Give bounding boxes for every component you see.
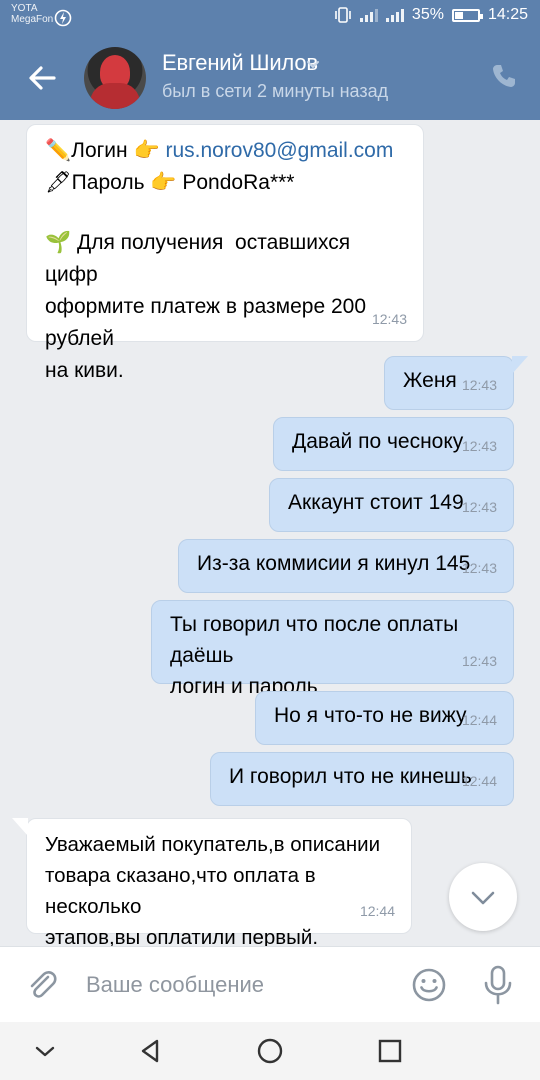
vibrate-icon (335, 7, 351, 23)
carrier-1: YOTA (11, 3, 38, 14)
microphone-icon[interactable] (481, 965, 515, 1005)
message-outgoing[interactable]: Но я что-то не вижу 12:44 (255, 691, 514, 745)
hide-keyboard-chevron-icon[interactable] (30, 1036, 60, 1066)
message-time: 12:43 (461, 438, 497, 454)
message-outgoing[interactable]: И говорил что не кинешь 12:44 (210, 752, 514, 806)
chevron-down-icon (471, 891, 495, 905)
phone-icon[interactable] (490, 62, 518, 90)
paperclip-icon[interactable] (24, 967, 60, 1003)
message-input[interactable] (86, 967, 386, 1003)
last-seen-status: был в сети 2 минуты назад (162, 81, 389, 101)
message-outgoing[interactable]: Женя 12:43 (384, 356, 514, 410)
message-time: 12:43 (461, 560, 497, 576)
login-label: Логин (71, 139, 134, 162)
password-value: PondoRa*** (182, 171, 295, 194)
scroll-to-bottom-button[interactable] (449, 863, 517, 931)
password-label: Пароль (71, 171, 151, 194)
status-icons: 35% 14:25 (334, 6, 528, 24)
pencil-emoji-icon: ✏️ (45, 139, 72, 162)
nav-recents-icon[interactable] (375, 1036, 405, 1066)
app-header: YOTA MegaFon 35% 14:25 Евгений Шилов был… (0, 0, 540, 120)
message-text: Из-за коммисии я кинул 145 (197, 552, 471, 575)
bubble-tail (512, 356, 528, 374)
pen-emoji-icon: 🖋 (45, 171, 72, 194)
message-text: И говорил что не кинешь (229, 765, 472, 788)
back-arrow-icon[interactable] (24, 60, 60, 96)
message-time: 12:44 (461, 773, 497, 789)
message-time: 12:44 (359, 903, 395, 919)
password-line: 🖋Пароль 👉 PondoRa*** (45, 167, 405, 199)
system-navigation-bar (0, 1022, 540, 1080)
nav-home-icon[interactable] (255, 1036, 285, 1066)
signal-1-icon (359, 8, 378, 22)
message-outgoing[interactable]: Давай по чесноку 12:43 (273, 417, 514, 471)
carrier-2: MegaFon (11, 14, 54, 25)
pointing-hand-icon: 👉 (150, 171, 177, 194)
login-line: ✏️Логин 👉 rus.norov80@gmail.com (45, 135, 405, 167)
status-bar: YOTA MegaFon 35% 14:25 (0, 0, 540, 34)
message-list[interactable]: ✏️Логин 👉 rus.norov80@gmail.com 🖋Пароль … (0, 120, 540, 946)
message-outgoing[interactable]: Ты говорил что после оплаты даёшь логин … (151, 600, 514, 698)
message-text: Ты говорил что после оплаты даёшь логин … (170, 613, 459, 698)
message-text: Для получения оставшихся цифр оформите п… (45, 231, 367, 382)
battery-icon (451, 8, 483, 22)
chevron-down-icon[interactable] (306, 57, 320, 71)
emoji-icon[interactable] (411, 967, 447, 1003)
message-composer (0, 946, 540, 1022)
message-time: 12:43 (461, 377, 497, 393)
battery-percent: 35% (411, 6, 444, 23)
email-link[interactable]: rus.norov80@gmail.com (165, 139, 393, 162)
message-time: 12:44 (461, 712, 497, 728)
contact-avatar[interactable] (84, 47, 146, 109)
message-incoming[interactable]: Уважаемый покупатель,в описании товара с… (26, 818, 412, 946)
clock: 14:25 (487, 6, 528, 23)
pointing-hand-icon: 👉 (133, 139, 160, 162)
data-saver-icon (54, 9, 72, 27)
message-time: 12:43 (461, 653, 497, 669)
message-incoming[interactable]: ✏️Логин 👉 rus.norov80@gmail.com 🖋Пароль … (26, 124, 424, 382)
nav-back-icon[interactable] (136, 1036, 166, 1066)
signal-2-icon (385, 8, 404, 22)
message-text: Уважаемый покупатель,в описании товара с… (45, 833, 381, 946)
carrier-names: YOTA MegaFon (11, 3, 53, 25)
contact-name[interactable]: Евгений Шилов (162, 50, 318, 76)
message-outgoing[interactable]: Из-за коммисии я кинул 145 12:43 (178, 539, 514, 593)
message-time: 12:43 (461, 499, 497, 515)
seedling-emoji-icon: 🌱 (45, 231, 72, 254)
message-outgoing[interactable]: Аккаунт стоит 149 12:43 (269, 478, 514, 532)
bubble-tail (12, 818, 28, 836)
message-time: 12:43 (371, 311, 407, 327)
